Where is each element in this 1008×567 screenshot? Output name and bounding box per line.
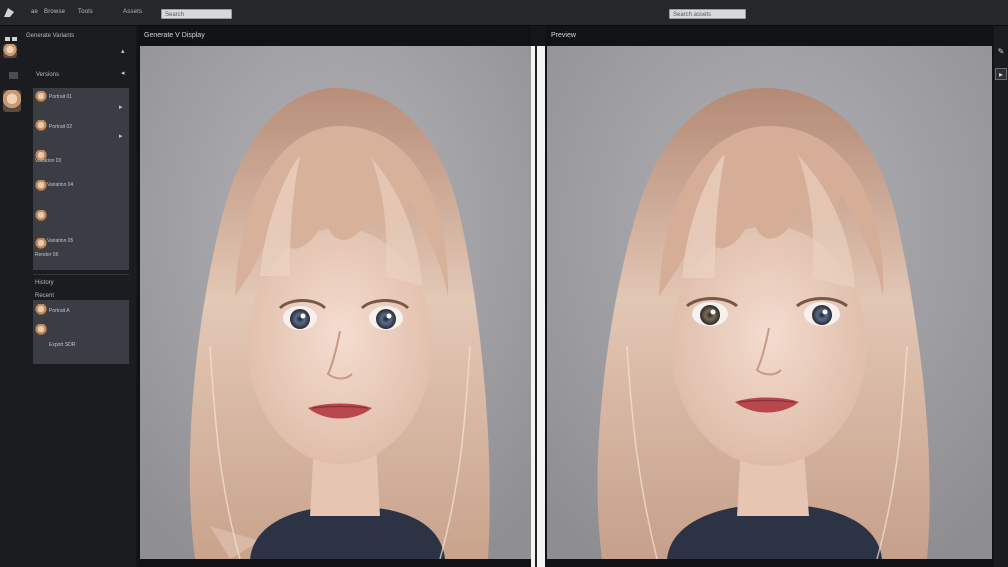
- right-view-title: Preview: [551, 32, 576, 39]
- chevron-right-icon[interactable]: ◂: [121, 70, 125, 78]
- left-view-title: Generate V Display: [144, 32, 205, 39]
- variants-list: Portrait 01 ▸ Portrait 02 ▸ Variation 03…: [33, 88, 129, 270]
- portrait-image: [547, 46, 992, 559]
- history-thumbnail[interactable]: [35, 304, 47, 316]
- variant-label[interactable]: Portrait 01: [49, 94, 72, 100]
- chevron-up-icon[interactable]: ▴: [121, 48, 125, 56]
- wrench-icon[interactable]: ✎: [995, 46, 1007, 58]
- portrait-image: [140, 46, 531, 559]
- top-toolbar: ae Browse Tools Assets Search Search ass…: [0, 0, 1008, 26]
- left-tool-strip: [0, 26, 25, 567]
- expand-icon[interactable]: ▸: [995, 68, 1007, 80]
- chevron-right-icon[interactable]: ▸: [119, 133, 123, 141]
- grid-icon[interactable]: [9, 72, 18, 79]
- variant-label[interactable]: Render 06: [35, 252, 58, 258]
- variant-label[interactable]: Variation 05: [47, 238, 73, 244]
- variant-label[interactable]: Variation 04: [47, 182, 73, 188]
- history-list: Portrait A Export SDR: [33, 300, 129, 364]
- split-divider[interactable]: [531, 46, 545, 567]
- history-label[interactable]: Portrait A: [49, 308, 70, 314]
- app-logo-icon[interactable]: [4, 8, 14, 17]
- variants-sidebar: Generate Variants ▴ Versions ◂ Portrait …: [25, 26, 136, 567]
- variant-thumbnail[interactable]: [35, 180, 47, 192]
- current-image-avatar[interactable]: [3, 90, 21, 112]
- history-label[interactable]: Export SDR: [49, 342, 75, 348]
- menu-item-4[interactable]: Assets: [123, 9, 142, 15]
- asset-search-input[interactable]: Search assets: [669, 9, 746, 19]
- layers-icon[interactable]: [5, 35, 17, 43]
- variant-thumbnail[interactable]: [35, 210, 47, 222]
- right-portrait-canvas[interactable]: [547, 46, 992, 559]
- user-avatar[interactable]: [3, 44, 17, 58]
- chevron-right-icon[interactable]: ▸: [119, 104, 123, 112]
- menu-item-2[interactable]: Browse: [44, 9, 65, 15]
- variant-label[interactable]: Portrait 02: [49, 124, 72, 130]
- divider: [33, 274, 129, 275]
- sidebar-header-title: Generate Variants: [26, 33, 75, 39]
- menu-item-3[interactable]: Tools: [78, 9, 93, 15]
- variant-thumbnail[interactable]: [35, 238, 47, 250]
- right-tool-strip: ✎ ▸: [994, 26, 1008, 567]
- variant-label[interactable]: Variation 03: [35, 158, 61, 164]
- variant-thumbnail[interactable]: [35, 120, 47, 132]
- section-title: Versions: [36, 72, 60, 78]
- history-thumbnail[interactable]: [35, 324, 47, 336]
- variant-thumbnail[interactable]: [35, 91, 47, 103]
- search-input[interactable]: Search: [161, 9, 232, 19]
- left-portrait-canvas[interactable]: [140, 46, 531, 559]
- history-title: History: [35, 280, 54, 286]
- menu-item-1[interactable]: ae: [31, 9, 38, 15]
